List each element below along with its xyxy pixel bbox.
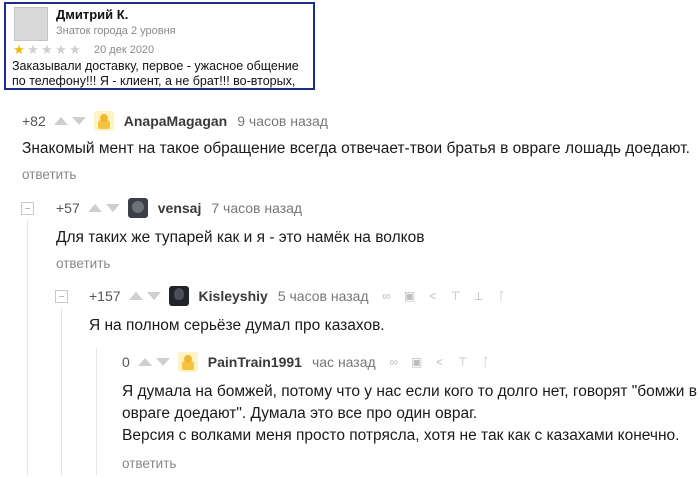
avatar[interactable] [177, 352, 198, 372]
reply-button[interactable]: ответить [22, 167, 76, 182]
comment-rating: +57 [56, 200, 80, 216]
downvote-icon[interactable] [71, 117, 86, 125]
tag-icon[interactable]: ᛚ [496, 289, 508, 303]
comment-header: +57 vensaj 7 часов назад [56, 197, 314, 219]
comment-text: Для таких же тупарей как и я - это намёк… [56, 229, 425, 246]
star-empty-icon: ★ [27, 42, 39, 57]
comment-header: +82 AnapaMagagan 9 часов назад [22, 110, 340, 132]
save-icon[interactable]: ▣ [411, 355, 423, 369]
avatar[interactable] [127, 198, 148, 218]
link-icon[interactable]: ∞ [388, 355, 400, 369]
thread-line[interactable] [27, 220, 28, 475]
downvote-icon[interactable] [155, 358, 170, 366]
comment-text: Знакомый мент на такое обращение всегда … [22, 140, 690, 157]
comment-text-line: Версия с волками меня просто потрясла, х… [122, 427, 680, 444]
scroll-up-icon[interactable]: ⊤ [457, 355, 469, 369]
reviewer-avatar[interactable] [14, 7, 48, 41]
review-date: 20 дек 2020 [94, 44, 155, 56]
comment-time[interactable]: час назад [312, 354, 376, 370]
comment-rating: 0 [122, 354, 130, 370]
comment-time[interactable]: 7 часов назад [211, 200, 302, 216]
review-card: Дмитрий К. Знаток города 2 уровня ★ ★ ★ … [4, 2, 315, 90]
upvote-icon[interactable] [137, 358, 152, 366]
reviewer-level: Знаток города 2 уровня [56, 25, 176, 37]
review-text-line: Заказывали доставку, первое - ужасное об… [12, 59, 299, 73]
star-empty-icon: ★ [55, 42, 67, 57]
collapse-toggle[interactable] [55, 290, 68, 303]
comment-author[interactable]: AnapaMagagan [124, 113, 227, 129]
avatar[interactable] [93, 111, 114, 131]
star-empty-icon: ★ [41, 42, 53, 57]
comment-author[interactable]: Kisleyshiy [199, 288, 268, 304]
comment-text-line: Я думала на бомжей, потому что у нас есл… [122, 383, 697, 400]
reply-button[interactable]: ответить [56, 256, 110, 271]
review-text: Заказывали доставку, первое - ужасное об… [12, 59, 317, 89]
upvote-icon[interactable] [87, 204, 102, 212]
comment-rating: +157 [89, 288, 121, 304]
comment-rating: +82 [22, 113, 46, 129]
comment-text: Я на полном серьёзе думал про казахов. [89, 317, 385, 334]
comment-author[interactable]: vensaj [158, 200, 202, 216]
scroll-down-icon[interactable]: ⊥ [473, 289, 485, 303]
link-icon[interactable]: ∞ [381, 289, 393, 303]
share-icon[interactable]: < [427, 289, 439, 303]
thread-line[interactable] [96, 348, 97, 475]
review-text-line: по телефону!!! Я - клиент, а не брат!!! … [12, 74, 296, 88]
comment-header: 0 PainTrain1991 час назад ∞ ▣ < ⊤ ᛚ [122, 351, 503, 373]
share-icon[interactable]: < [434, 355, 446, 369]
comment-time[interactable]: 9 часов назад [237, 113, 328, 129]
tag-icon[interactable]: ᛚ [480, 355, 492, 369]
comment-time[interactable]: 5 часов назад [278, 288, 369, 304]
upvote-icon[interactable] [53, 117, 68, 125]
collapse-toggle[interactable] [21, 202, 34, 215]
scroll-up-icon[interactable]: ⊤ [450, 289, 462, 303]
star-filled-icon: ★ [13, 42, 25, 57]
save-icon[interactable]: ▣ [404, 289, 416, 303]
reviewer-name[interactable]: Дмитрий К. [56, 7, 128, 22]
star-empty-icon: ★ [69, 42, 81, 57]
reply-button[interactable]: ответить [122, 456, 176, 471]
star-rating: ★ ★ ★ ★ ★ [12, 43, 82, 56]
avatar[interactable] [168, 286, 189, 306]
downvote-icon[interactable] [105, 204, 120, 212]
downvote-icon[interactable] [146, 292, 161, 300]
thread-line[interactable] [61, 308, 62, 475]
upvote-icon[interactable] [128, 292, 143, 300]
comment-author[interactable]: PainTrain1991 [208, 354, 302, 370]
comment-text-line: овраге доедают". Думала это все про один… [122, 405, 478, 422]
comment-header: +157 Kisleyshiy 5 часов назад ∞ ▣ < ⊤ ⊥ … [89, 285, 519, 307]
